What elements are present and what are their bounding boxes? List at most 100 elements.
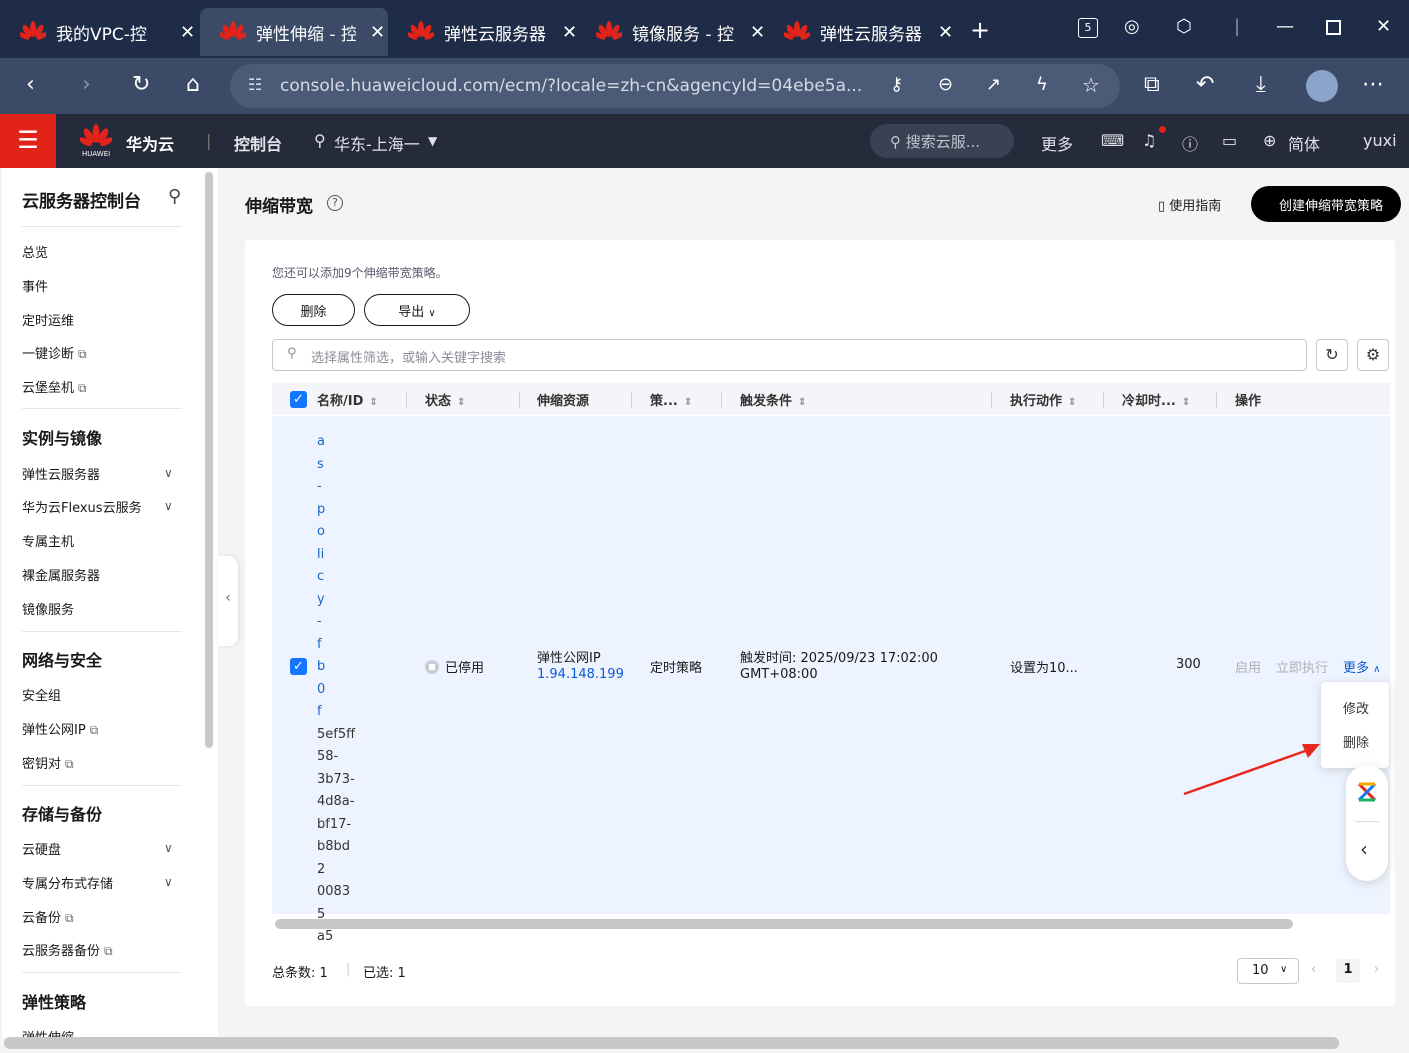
chevron-down-icon[interactable]: ▼ bbox=[428, 134, 437, 148]
hamburger-menu-icon[interactable]: ☰ bbox=[0, 114, 56, 168]
undo-icon[interactable]: ↶ bbox=[1196, 72, 1214, 97]
sidebar-item-evs[interactable]: 云硬盘 bbox=[22, 839, 61, 858]
chevron-down-icon[interactable]: ∨ bbox=[164, 499, 173, 513]
region-selector[interactable]: 华东-上海一 bbox=[334, 131, 420, 155]
more-menu-icon[interactable]: ⋯ bbox=[1362, 72, 1384, 97]
window-close-icon[interactable]: ✕ bbox=[1376, 16, 1391, 37]
close-icon[interactable]: ✕ bbox=[180, 22, 195, 43]
puzzle-icon[interactable]: ⧉ bbox=[1144, 72, 1160, 97]
maximize-icon[interactable] bbox=[1326, 20, 1341, 35]
sidebar-item-overview[interactable]: 总览 bbox=[22, 242, 48, 261]
select-all-checkbox[interactable]: ✓ bbox=[290, 391, 307, 408]
page-horizontal-scrollbar[interactable] bbox=[4, 1037, 1339, 1049]
col-status[interactable]: 状态 ⇕ bbox=[425, 390, 465, 409]
close-icon[interactable]: ✕ bbox=[938, 22, 953, 43]
key-icon[interactable]: ⚷ bbox=[890, 74, 903, 95]
user-name[interactable]: yuxi bbox=[1363, 131, 1397, 150]
col-policy-type[interactable]: 策... ⇕ bbox=[650, 390, 692, 409]
sidebar-scrollbar[interactable] bbox=[205, 172, 213, 748]
share-icon[interactable]: ↗ bbox=[986, 74, 1001, 95]
globe-icon[interactable]: ⊕ bbox=[1263, 131, 1276, 150]
close-icon[interactable]: ✕ bbox=[750, 22, 765, 43]
control-console-link[interactable]: 控制台 bbox=[234, 131, 282, 155]
sidebar-item-security-group[interactable]: 安全组 bbox=[22, 685, 61, 704]
search-icon[interactable]: ⚲ bbox=[168, 186, 181, 207]
current-page[interactable]: 1 bbox=[1336, 959, 1360, 983]
sidebar-item-csbs[interactable]: 云服务器备份 ⧉ bbox=[22, 940, 113, 959]
forward-icon[interactable]: › bbox=[82, 72, 91, 97]
browser-tab-vpc[interactable]: 我的VPC-控 ✕ bbox=[0, 8, 198, 56]
col-action[interactable]: 执行动作 ⇕ bbox=[1010, 390, 1076, 409]
tab-count-icon[interactable]: 5 bbox=[1078, 18, 1098, 38]
sidebar-item-cbr[interactable]: 云备份 ⧉ bbox=[22, 907, 74, 926]
help-icon[interactable]: ⓘ bbox=[1182, 131, 1198, 155]
extension-icon[interactable]: ⬡ bbox=[1176, 16, 1192, 37]
sidebar-item-bare-metal[interactable]: 裸金属服务器 bbox=[22, 565, 100, 584]
page-size-select[interactable]: 10 ∨ bbox=[1237, 958, 1299, 984]
more-link[interactable]: 更多 bbox=[1041, 131, 1073, 155]
close-icon[interactable]: ✕ bbox=[370, 22, 385, 43]
sidebar-item-diagnose[interactable]: 一键诊断 ⧉ bbox=[22, 343, 87, 362]
terminal-icon[interactable]: ⌨ bbox=[1101, 131, 1124, 150]
feedback-icon[interactable]: ▭ bbox=[1222, 131, 1237, 150]
execute-now-link[interactable]: 立即执行 bbox=[1276, 657, 1328, 676]
help-icon[interactable]: ? bbox=[327, 195, 343, 211]
enable-link[interactable]: 启用 bbox=[1235, 657, 1261, 676]
refresh-button[interactable]: ↻ bbox=[1316, 339, 1348, 371]
bell-icon[interactable]: ♫ bbox=[1142, 131, 1156, 150]
close-icon[interactable]: ✕ bbox=[562, 22, 577, 43]
delete-button[interactable]: 删除 bbox=[272, 294, 355, 326]
policy-name-link[interactable]: a s - p o li c y - f b 0 f bbox=[317, 431, 357, 724]
back-icon[interactable]: ‹ bbox=[26, 72, 35, 97]
sidebar-item-dedicated-host[interactable]: 专属主机 bbox=[22, 531, 74, 550]
minimize-icon[interactable]: — bbox=[1276, 16, 1294, 37]
site-info-icon[interactable]: ☷ bbox=[248, 75, 262, 94]
menu-item-modify[interactable]: 修改 bbox=[1343, 698, 1369, 717]
brand-name[interactable]: 华为云 bbox=[126, 131, 174, 155]
new-tab-icon[interactable]: + bbox=[970, 16, 990, 44]
menu-item-delete[interactable]: 删除 bbox=[1343, 732, 1369, 751]
download-icon[interactable]: ⤓ bbox=[1256, 72, 1266, 97]
sidebar-item-image-service[interactable]: 镜像服务 bbox=[22, 599, 74, 618]
prev-page-icon[interactable]: ‹ bbox=[1311, 962, 1316, 977]
sidebar-item-dss[interactable]: 专属分布式存储 bbox=[22, 873, 113, 892]
export-button[interactable]: 导出 ∨ bbox=[364, 294, 470, 326]
sidebar-item-bastion[interactable]: 云堡垒机 ⧉ bbox=[22, 377, 87, 396]
incognito-icon[interactable]: ◎ bbox=[1124, 16, 1140, 37]
row-checkbox[interactable]: ✓ bbox=[290, 658, 307, 675]
global-search[interactable]: ⚲ 搜索云服... bbox=[870, 124, 1014, 158]
user-guide-link[interactable]: ▯ 使用指南 bbox=[1158, 195, 1221, 214]
sidebar-collapse-button[interactable]: ‹ bbox=[218, 556, 238, 646]
col-name-id[interactable]: 名称/ID ⇕ bbox=[317, 390, 378, 409]
language-selector[interactable]: 简体 bbox=[1288, 131, 1320, 155]
sidebar-item-flexus[interactable]: 华为云Flexus云服务 bbox=[22, 497, 142, 516]
table-horizontal-scrollbar[interactable] bbox=[275, 919, 1293, 929]
next-page-icon[interactable]: › bbox=[1374, 962, 1379, 977]
settings-button[interactable]: ⚙ bbox=[1357, 339, 1389, 371]
home-icon[interactable]: ⌂ bbox=[186, 72, 200, 97]
chevron-down-icon[interactable]: ∨ bbox=[164, 466, 173, 480]
lightning-icon[interactable]: ϟ bbox=[1036, 74, 1048, 95]
more-dropdown-trigger[interactable]: 更多 ∧ bbox=[1343, 657, 1380, 676]
avatar[interactable] bbox=[1306, 70, 1338, 102]
browser-tab-ecs[interactable]: 弹性云服务器 ✕ bbox=[388, 8, 578, 56]
resource-ip-link[interactable]: 1.94.148.199 bbox=[537, 667, 624, 682]
chevron-down-icon[interactable]: ∨ bbox=[164, 841, 173, 855]
col-cooldown[interactable]: 冷却时... ⇕ bbox=[1122, 390, 1190, 409]
browser-tab-ecs-2[interactable]: 弹性云服务器 ✕ bbox=[764, 8, 954, 56]
sidebar-item-scheduled-ops[interactable]: 定时运维 bbox=[22, 310, 74, 329]
filter-search-input[interactable]: ⚲ 选择属性筛选，或输入关键字搜索 bbox=[272, 339, 1307, 371]
star-icon[interactable]: ☆ bbox=[1082, 73, 1100, 97]
chevron-left-icon[interactable]: ‹ bbox=[1360, 837, 1368, 861]
browser-tab-autoscaling[interactable]: 弹性伸缩 - 控 ✕ bbox=[200, 8, 388, 56]
sidebar-item-eip[interactable]: 弹性公网IP ⧉ bbox=[22, 719, 98, 738]
chevron-down-icon[interactable]: ∨ bbox=[164, 875, 173, 889]
policy-name-id[interactable]: a s - p o li c y - f b 0 f 5ef5ff 58- 3b… bbox=[317, 431, 357, 949]
address-bar[interactable]: ☷ console.huaweicloud.com/ecm/?locale=zh… bbox=[230, 64, 1120, 108]
browser-tab-ims[interactable]: 镜像服务 - 控 ✕ bbox=[576, 8, 766, 56]
sidebar-item-keypair[interactable]: 密钥对 ⧉ bbox=[22, 753, 74, 772]
reload-icon[interactable]: ↻ bbox=[132, 72, 150, 97]
zoom-icon[interactable]: ⊖ bbox=[938, 74, 953, 95]
assistant-logo-icon[interactable] bbox=[1356, 781, 1378, 803]
sidebar-item-events[interactable]: 事件 bbox=[22, 276, 48, 295]
